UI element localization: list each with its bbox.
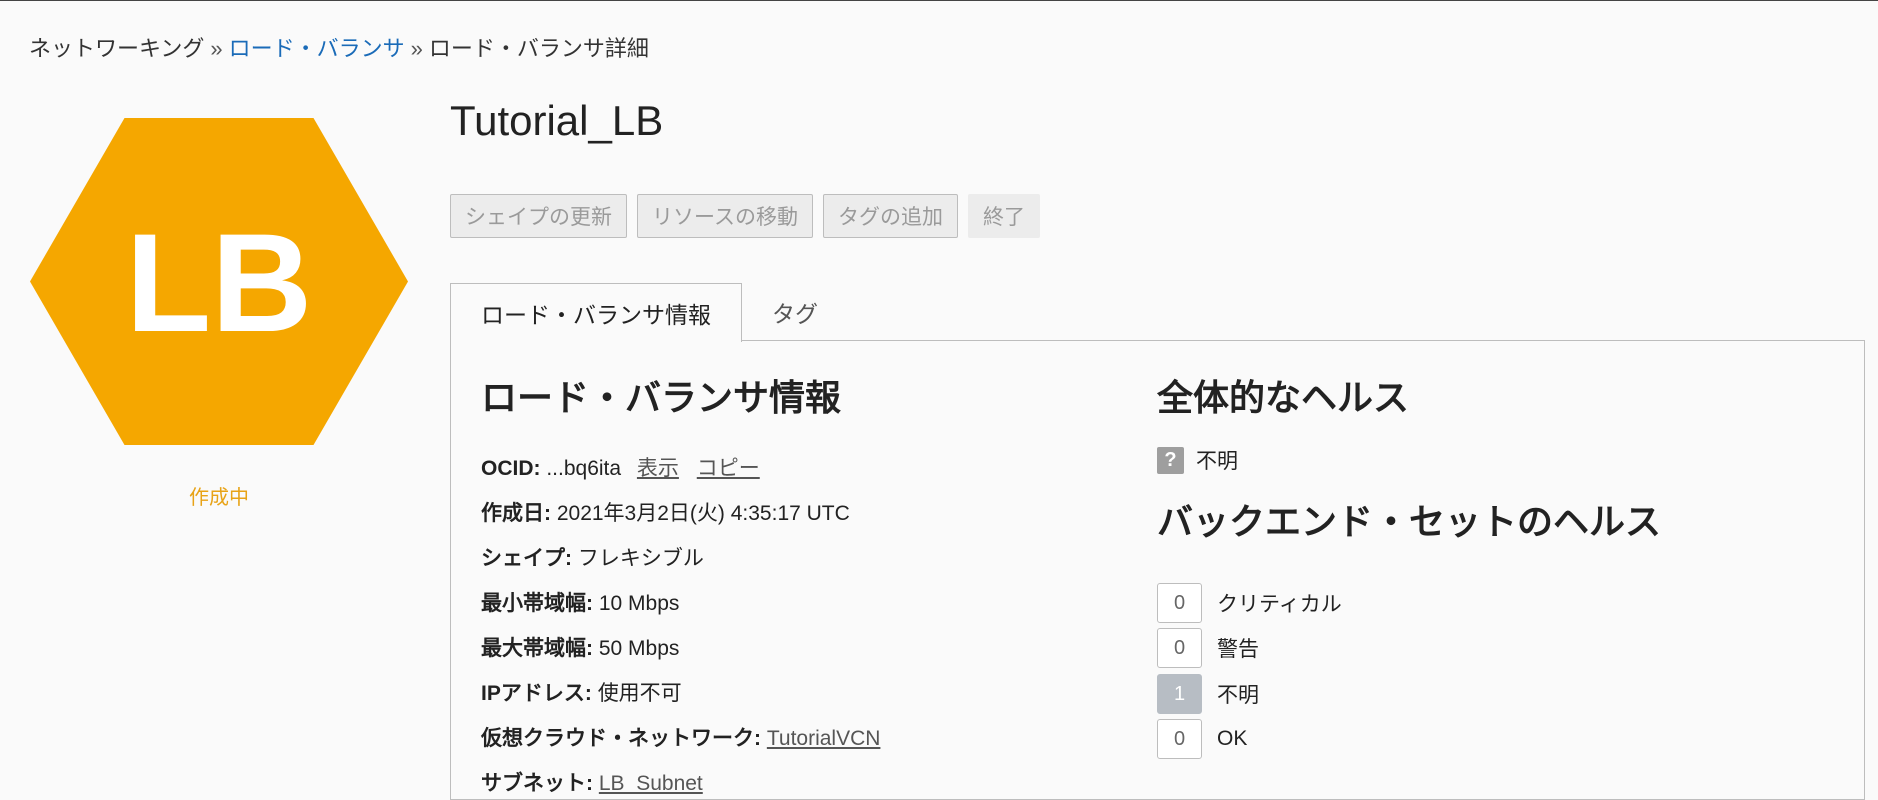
ok-count-badge[interactable]: 0: [1157, 719, 1202, 759]
shape-value: フレキシブル: [577, 547, 704, 570]
ip-address-value: 使用不可: [597, 682, 682, 705]
health-section: 全体的なヘルス ? 不明 バックエンド・セットのヘルス 0 クリティカル 0 警…: [1157, 369, 1837, 759]
ok-health-row: 0 OK: [1157, 719, 1247, 759]
overall-health-heading: 全体的なヘルス: [1157, 377, 1410, 418]
load-balancer-hexagon-icon: LB: [30, 118, 408, 445]
vcn-link[interactable]: TutorialVCN: [767, 727, 881, 750]
question-icon: ?: [1157, 446, 1184, 474]
breadcrumb-separator: »: [410, 36, 423, 61]
add-tags-button[interactable]: タグの追加: [822, 194, 958, 238]
load-balancer-info-section: ロード・バランサ情報 OCID: ...bq6ita 表示 コピー 作成日: 2…: [481, 369, 1101, 795]
lifecycle-status: 作成中: [189, 487, 249, 509]
tab-panel: ロード・バランサ情報 OCID: ...bq6ita 表示 コピー 作成日: 2…: [450, 340, 1865, 800]
unknown-label: 不明: [1217, 684, 1259, 707]
ocid-row: OCID: ...bq6ita 表示 コピー: [481, 452, 760, 482]
min-bandwidth-row: 最小帯域幅: 10 Mbps: [481, 587, 679, 617]
ocid-copy-link[interactable]: コピー: [697, 457, 760, 480]
warning-health-row: 0 警告: [1157, 628, 1259, 668]
breadcrumb: ネットワーキング» ロード・バランサ» ロード・バランサ詳細: [29, 31, 649, 63]
ok-label: OK: [1217, 727, 1248, 750]
vcn-label: 仮想クラウド・ネットワーク:: [481, 727, 761, 750]
ocid-label: OCID:: [481, 457, 541, 480]
ocid-show-link[interactable]: 表示: [637, 457, 679, 480]
max-bandwidth-label: 最大帯域幅:: [481, 637, 593, 660]
terminate-button[interactable]: 終了: [967, 194, 1040, 238]
critical-label: クリティカル: [1217, 593, 1342, 616]
overall-health-status: ? 不明: [1157, 445, 1238, 475]
unknown-health-row: 1 不明: [1157, 674, 1259, 714]
breadcrumb-load-balancers-link[interactable]: ロード・バランサ: [229, 36, 405, 61]
warning-label: 警告: [1217, 638, 1259, 661]
tab-tags[interactable]: タグ: [742, 283, 848, 341]
vcn-row: 仮想クラウド・ネットワーク: TutorialVCN: [481, 722, 880, 752]
max-bandwidth-value: 50 Mbps: [598, 637, 680, 660]
info-heading: ロード・バランサ情報: [481, 377, 842, 418]
tab-load-balancer-info[interactable]: ロード・バランサ情報: [450, 283, 742, 342]
unknown-count-badge[interactable]: 1: [1157, 674, 1202, 714]
created-label: 作成日:: [481, 502, 551, 525]
page-title: Tutorial_LB: [450, 97, 664, 144]
critical-health-row: 0 クリティカル: [1157, 583, 1342, 623]
shape-label: シェイプ:: [481, 547, 572, 570]
min-bandwidth-value: 10 Mbps: [598, 592, 680, 615]
breadcrumb-networking: ネットワーキング: [29, 36, 205, 61]
detail-tabs: ロード・バランサ情報 タグ: [450, 283, 848, 342]
warning-count-badge[interactable]: 0: [1157, 628, 1202, 668]
created-row: 作成日: 2021年3月2日(火) 4:35:17 UTC: [481, 497, 850, 527]
critical-count-badge[interactable]: 0: [1157, 583, 1202, 623]
backend-set-health-heading: バックエンド・セットのヘルス: [1157, 501, 1662, 542]
max-bandwidth-row: 最大帯域幅: 50 Mbps: [481, 632, 679, 662]
ocid-value: ...bq6ita: [546, 457, 622, 480]
subnet-row: サブネット: LB_Subnet: [481, 767, 703, 797]
breadcrumb-current: ロード・バランサ詳細: [428, 36, 649, 61]
overall-health-value: 不明: [1196, 450, 1238, 473]
action-toolbar: シェイプの更新 リソースの移動 タグの追加 終了: [450, 194, 1040, 238]
move-resource-button[interactable]: リソースの移動: [637, 194, 813, 238]
ip-address-row: IPアドレス: 使用不可: [481, 677, 682, 707]
ip-address-label: IPアドレス:: [481, 682, 592, 705]
created-value: 2021年3月2日(火) 4:35:17 UTC: [556, 502, 850, 525]
breadcrumb-separator: »: [210, 36, 223, 61]
min-bandwidth-label: 最小帯域幅:: [481, 592, 593, 615]
update-shape-button[interactable]: シェイプの更新: [450, 194, 627, 238]
shape-row: シェイプ: フレキシブル: [481, 542, 704, 572]
hexagon-label: LB: [126, 204, 313, 361]
